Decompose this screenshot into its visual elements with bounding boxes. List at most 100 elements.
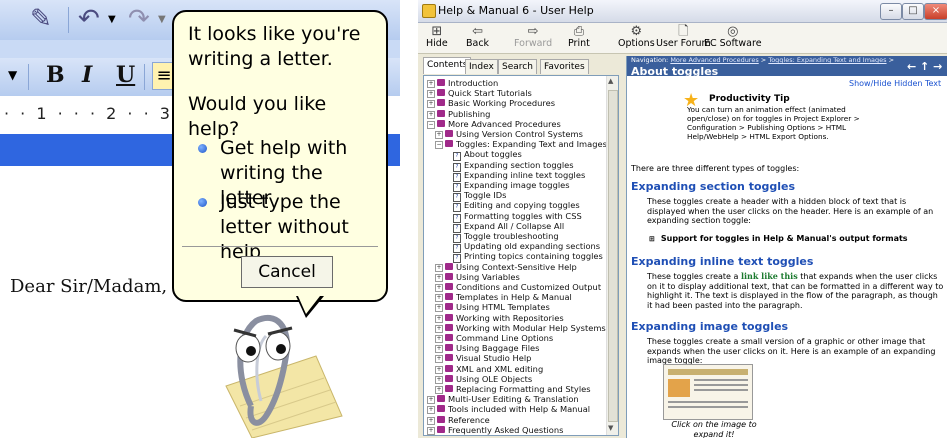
tab-favorites[interactable]: Favorites <box>540 59 589 74</box>
tree-item[interactable]: − Toggles: Expanding Text and Images <box>435 139 607 150</box>
underline-button[interactable]: U <box>116 62 135 88</box>
undo-dropdown-icon[interactable]: ▼ <box>108 14 116 25</box>
expand-icon[interactable]: + <box>435 273 443 282</box>
tree-item[interactable]: ? Formatting toggles with CSS <box>443 211 582 223</box>
tree-item[interactable]: + Reference <box>427 415 490 425</box>
book-icon <box>437 79 445 86</box>
tree-item[interactable]: + Frequently Asked Questions <box>427 425 563 435</box>
maximize-button[interactable]: □ <box>902 3 924 20</box>
cancel-button[interactable]: Cancel <box>241 256 333 288</box>
expand-icon[interactable]: + <box>427 80 435 88</box>
tab-search[interactable]: Search <box>498 59 537 74</box>
tree-item[interactable]: ? Expand All / Collapse All <box>443 221 564 233</box>
image-toggle-thumbnail[interactable] <box>663 364 753 420</box>
show-hide-hidden-text-link[interactable]: Show/Hide Hidden Text <box>849 79 941 88</box>
redo-dropdown-icon[interactable]: ▼ <box>158 14 166 25</box>
tree-item[interactable]: ? Expanding section toggles <box>443 160 574 172</box>
tree-item[interactable]: + Multi-User Editing & Translation <box>427 394 579 405</box>
tree-item[interactable]: + Tools included with Help & Manual <box>427 404 590 415</box>
expand-icon[interactable]: + <box>427 110 435 119</box>
expand-icon[interactable]: + <box>435 375 443 384</box>
tree-item[interactable]: + Conditions and Customized Output <box>435 282 601 292</box>
minimize-button[interactable]: – <box>880 3 902 20</box>
tree-item[interactable]: ? Toggle IDs <box>443 190 506 203</box>
tree-item[interactable]: + Using Baggage Files <box>435 343 539 354</box>
expand-icon[interactable]: + <box>427 90 435 99</box>
expand-icon[interactable]: + <box>427 396 435 405</box>
toolbar-button-hide[interactable]: ⊞ Hide <box>426 25 448 49</box>
toolbar-button-back[interactable]: ⇦ Back <box>466 25 489 49</box>
tree-item[interactable]: + Visual Studio Help <box>435 353 531 364</box>
toolbar-button-forward[interactable]: ⇨ Forward <box>514 25 552 49</box>
contents-tree[interactable]: + Introduction + Quick Start Tutorials + Basi… <box>423 75 619 436</box>
scroll-down-icon[interactable]: ▼ <box>608 424 613 432</box>
expand-icon[interactable]: + <box>435 386 443 394</box>
tree-item[interactable]: ? Expanding inline text toggles <box>443 170 585 182</box>
tree-item[interactable]: − More Advanced Procedures <box>427 119 561 129</box>
document-text[interactable]: Dear Sir/Madam, <box>10 276 167 297</box>
expand-icon[interactable]: + <box>427 416 435 425</box>
expand-icon[interactable]: + <box>435 365 443 374</box>
tree-item[interactable]: + Using Context-Sensitive Help <box>435 262 577 272</box>
tree-item[interactable]: + Using HTML Templates <box>435 302 550 313</box>
breadcrumb-link[interactable]: More Advanced Procedures <box>670 56 758 64</box>
expand-icon[interactable]: + <box>435 335 443 343</box>
italic-button[interactable]: I <box>82 62 92 88</box>
breadcrumb-link[interactable]: Toggles: Expanding Text and Images <box>768 56 886 64</box>
tree-item[interactable]: ? Expanding image toggles <box>443 180 570 192</box>
toolbar-button-ec-software[interactable]: ◎ EC Software <box>704 25 762 49</box>
tree-item[interactable]: + Using OLE Objects <box>435 374 532 384</box>
tree-item[interactable]: ? Editing and copying toggles <box>443 200 580 213</box>
collapse-icon[interactable]: − <box>427 120 435 129</box>
tree-item[interactable]: + Working with Modular Help Systems <box>435 323 606 333</box>
tree-item[interactable]: ? Printing topics containing toggles <box>443 251 603 264</box>
expand-icon[interactable]: + <box>427 426 435 435</box>
inline-toggle-link[interactable]: link like this <box>741 271 798 281</box>
tree-item[interactable]: + Templates in Help & Manual <box>435 292 572 303</box>
expand-icon[interactable]: + <box>427 406 435 415</box>
expand-icon[interactable]: + <box>435 263 443 272</box>
toolbar-button-print[interactable]: ⎙ Print <box>568 25 590 49</box>
expand-icon[interactable]: + <box>435 324 443 333</box>
expand-icon[interactable]: + <box>435 294 443 303</box>
tree-item[interactable]: + Using Variables <box>435 272 520 282</box>
tree-item[interactable]: ? About toggles <box>443 149 522 162</box>
tree-item[interactable]: + Replacing Formatting and Styles <box>435 384 591 394</box>
scroll-thumb[interactable] <box>608 90 618 422</box>
clippy-assistant[interactable] <box>196 306 346 438</box>
tree-item[interactable]: + Introduction <box>427 78 498 88</box>
expand-plus-icon[interactable]: ⊞ <box>649 235 655 243</box>
tree-item[interactable]: ? Toggle troubleshooting <box>443 231 559 243</box>
toolbar-button-user-forum[interactable]: 🗋 User Forum <box>656 25 711 49</box>
bold-button[interactable]: B <box>46 62 65 88</box>
tree-item[interactable]: + Basic Working Procedures <box>427 98 555 109</box>
topic-nav-arrows[interactable]: ← ↑ → <box>907 60 942 73</box>
tree-item[interactable]: ? Updating old expanding sections <box>443 241 600 254</box>
book-icon <box>445 313 453 321</box>
expand-icon[interactable]: + <box>435 355 443 364</box>
tree-scrollbar[interactable]: ▲ ▼ <box>606 76 618 435</box>
tab-index[interactable]: Index <box>465 59 498 74</box>
redo-icon[interactable]: ↷ <box>128 4 150 34</box>
toolbar-button-options[interactable]: ⚙ Options <box>618 25 655 49</box>
tree-item[interactable]: + Using Version Control Systems <box>435 129 583 139</box>
collapse-icon[interactable]: − <box>435 141 443 150</box>
expand-icon[interactable]: + <box>435 284 443 292</box>
expand-icon[interactable]: + <box>427 100 435 109</box>
expand-icon[interactable]: + <box>435 345 443 354</box>
expand-icon[interactable]: + <box>435 304 443 313</box>
undo-icon[interactable]: ↶ <box>78 4 100 34</box>
scroll-up-icon[interactable]: ▲ <box>608 77 613 85</box>
font-size-dropdown-icon[interactable]: ▼ <box>8 68 17 82</box>
tree-item[interactable]: + XML and XML editing <box>435 364 543 374</box>
tree-item[interactable]: + Quick Start Tutorials <box>427 88 532 99</box>
expand-icon[interactable]: + <box>435 131 443 139</box>
toolbar-separator <box>144 64 145 90</box>
expanding-section-toggle[interactable]: ⊞ Support for toggles in Help & Manual's … <box>649 234 943 245</box>
close-button[interactable]: × <box>924 3 947 20</box>
tree-item[interactable]: + Command Line Options <box>435 333 553 343</box>
tree-item[interactable]: + Working with Repositories <box>435 313 564 323</box>
tree-item[interactable]: + Publishing <box>427 109 490 119</box>
format-painter-icon[interactable]: ✎ <box>30 4 52 34</box>
expand-icon[interactable]: + <box>435 314 443 323</box>
